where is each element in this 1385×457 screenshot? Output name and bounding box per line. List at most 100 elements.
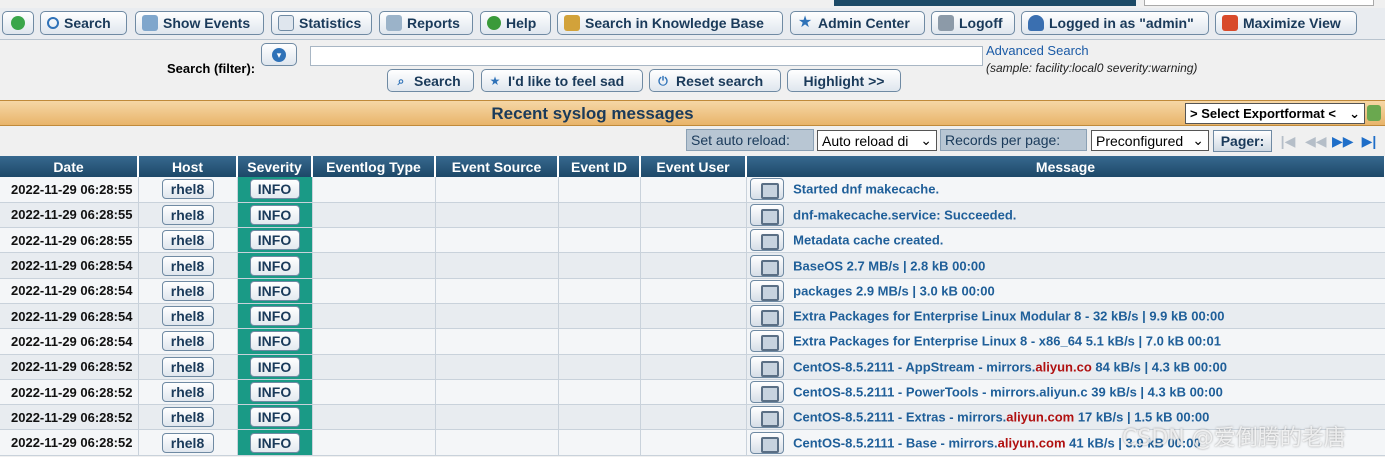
next-page-icon[interactable]: ▶▶ — [1332, 132, 1354, 150]
knowledge-base-button[interactable]: Search in Knowledge Base — [557, 11, 783, 35]
page-title: Recent syslog messages — [491, 104, 694, 123]
message-details-icon[interactable] — [749, 254, 784, 277]
severity-button[interactable]: INFO — [249, 179, 300, 200]
message-link[interactable]: Extra Packages for Enterprise Linux Modu… — [793, 309, 1224, 324]
statistics-button[interactable]: Statistics — [271, 11, 372, 35]
maximize-view-button[interactable]: Maximize View — [1215, 11, 1357, 35]
col-event-user[interactable]: Event User — [640, 156, 747, 177]
row-event-id — [558, 354, 641, 380]
severity-button[interactable]: INFO — [249, 204, 300, 225]
records-per-page-select[interactable]: Preconfigured ⌄ — [1091, 130, 1209, 151]
severity-button[interactable]: INFO — [249, 230, 300, 251]
show-events-button[interactable]: Show Events — [135, 11, 264, 35]
row-message: Metadata cache created. — [746, 227, 1385, 254]
message-link[interactable]: CentOS-8.5.2111 - PowerTools - mirrors.a… — [793, 385, 1223, 400]
row-event-user — [640, 328, 747, 355]
home-icon — [11, 16, 25, 30]
export-format-select[interactable]: > Select Exportformat < ⌄ — [1185, 103, 1365, 124]
severity-button[interactable]: INFO — [249, 407, 300, 428]
severity-button[interactable]: INFO — [249, 432, 300, 453]
row-event-source — [435, 278, 559, 304]
highlight-button[interactable]: Highlight >> — [787, 69, 901, 92]
col-host[interactable]: Host — [138, 156, 238, 177]
host-button[interactable]: rhel8 — [161, 432, 214, 453]
message-link[interactable]: Extra Packages for Enterprise Linux 8 - … — [793, 334, 1221, 349]
severity-button[interactable]: INFO — [249, 382, 300, 403]
row-host: rhel8 — [138, 429, 238, 456]
row-severity: INFO — [237, 303, 313, 330]
row-event-id — [558, 379, 641, 406]
row-message: CentOS-8.5.2111 - AppStream - mirrors.al… — [746, 354, 1385, 380]
filter-search-label: Search — [414, 72, 461, 89]
message-details-icon[interactable] — [749, 431, 784, 454]
host-button[interactable]: rhel8 — [161, 280, 214, 301]
last-page-icon[interactable]: ▶| — [1359, 132, 1379, 150]
main-toolbar: Search Show Events Statistics Reports He… — [0, 8, 1385, 40]
auto-reload-select[interactable]: Auto reload di ⌄ — [817, 130, 937, 151]
message-link[interactable]: packages 2.9 MB/s | 3.0 kB 00:00 — [793, 283, 995, 298]
power-icon: ⏻ — [658, 73, 668, 88]
severity-button[interactable]: INFO — [249, 255, 300, 276]
row-severity: INFO — [237, 202, 313, 229]
row-date: 2022-11-29 06:28:54 — [0, 328, 139, 355]
message-details-icon[interactable] — [749, 178, 784, 201]
row-date-text: 2022-11-29 06:28:55 — [11, 232, 133, 248]
host-button[interactable]: rhel8 — [161, 407, 214, 428]
message-link[interactable]: CentOS-8.5.2111 - AppStream - mirrors.al… — [793, 359, 1227, 374]
logoff-button[interactable]: Logoff — [931, 11, 1015, 35]
severity-button[interactable]: INFO — [249, 280, 300, 301]
view-select-strip[interactable] — [834, 0, 1136, 6]
col-message[interactable]: Message — [746, 156, 1385, 177]
host-button[interactable]: rhel8 — [161, 356, 214, 377]
admin-center-button[interactable]: ★ Admin Center — [790, 11, 925, 35]
host-button[interactable]: rhel8 — [161, 382, 214, 403]
message-link[interactable]: Started dnf makecache. — [793, 182, 939, 197]
help-label: Help — [506, 15, 537, 31]
host-button[interactable]: rhel8 — [161, 255, 214, 276]
col-event-id[interactable]: Event ID — [558, 156, 641, 177]
highlight-label: Highlight >> — [803, 72, 885, 89]
message-link[interactable]: BaseOS 2.7 MB/s | 2.8 kB 00:00 — [793, 258, 985, 273]
severity-button[interactable]: INFO — [249, 356, 300, 377]
advanced-search-link[interactable]: Advanced Search — [986, 43, 1089, 58]
severity-button[interactable]: INFO — [249, 306, 300, 327]
search-options-toggle[interactable]: ▾ — [261, 43, 297, 66]
col-event-source[interactable]: Event Source — [435, 156, 559, 177]
home-button[interactable] — [2, 11, 34, 35]
help-button[interactable]: Help — [480, 11, 551, 35]
message-details-icon[interactable] — [749, 406, 784, 429]
language-select-strip[interactable] — [1144, 0, 1374, 6]
message-details-icon[interactable] — [749, 305, 784, 328]
reset-search-button[interactable]: ⏻ Reset search — [649, 69, 781, 92]
row-date: 2022-11-29 06:28:55 — [0, 177, 139, 203]
host-button[interactable]: rhel8 — [161, 179, 214, 200]
message-details-icon[interactable] — [749, 203, 784, 226]
filter-search-button[interactable]: ⌕ Search — [387, 69, 474, 92]
message-details-icon[interactable] — [749, 381, 784, 404]
message-text: CentOS-8.5.2111 - AppStream - mirrors. — [793, 359, 1036, 375]
reports-button[interactable]: Reports — [379, 11, 473, 35]
host-button[interactable]: rhel8 — [161, 331, 214, 352]
message-details-icon[interactable] — [749, 330, 784, 353]
host-button[interactable]: rhel8 — [161, 306, 214, 327]
row-event-source — [435, 328, 559, 355]
row-event-id — [558, 303, 641, 330]
magnifier-icon: ⌕ — [397, 73, 405, 88]
message-link[interactable]: dnf-makecache.service: Succeeded. — [793, 207, 1016, 222]
message-details-icon[interactable] — [749, 229, 784, 252]
col-date[interactable]: Date — [0, 156, 139, 177]
severity-button[interactable]: INFO — [249, 331, 300, 352]
logged-in-button[interactable]: Logged in as "admin" — [1021, 11, 1209, 35]
col-severity[interactable]: Severity — [237, 156, 313, 177]
message-link[interactable]: Metadata cache created. — [793, 233, 943, 248]
search-input[interactable] — [310, 46, 983, 66]
message-details-icon[interactable] — [749, 279, 784, 302]
search-button[interactable]: Search — [40, 11, 127, 35]
host-button[interactable]: rhel8 — [161, 204, 214, 225]
col-eventlog-type[interactable]: Eventlog Type — [312, 156, 436, 177]
host-button[interactable]: rhel8 — [161, 230, 214, 251]
row-event-source — [435, 303, 559, 330]
message-details-icon[interactable] — [749, 355, 784, 378]
export-icon[interactable] — [1367, 105, 1381, 121]
feel-sad-button[interactable]: ★ I'd like to feel sad — [481, 69, 643, 92]
